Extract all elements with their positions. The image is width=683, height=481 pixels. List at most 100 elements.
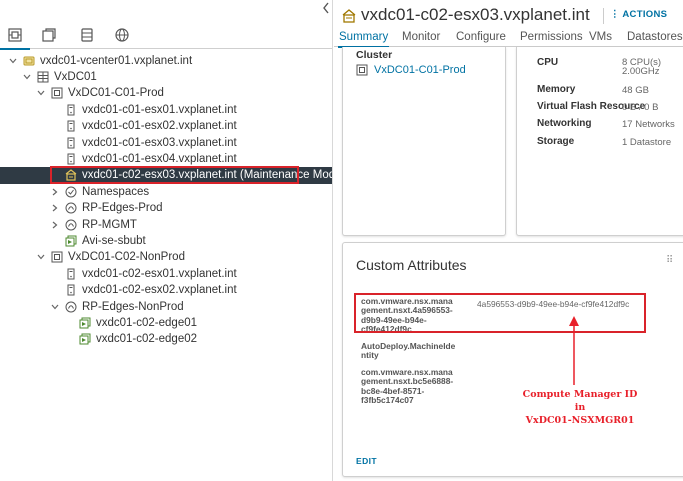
chevron-right-icon[interactable] — [50, 186, 60, 198]
hw-label-networking: Networking — [537, 118, 592, 129]
resource-pool-icon — [65, 202, 77, 214]
tab-summary[interactable]: Summary — [337, 31, 390, 48]
cluster-icon — [356, 64, 368, 76]
tree-item-label: vxdc01-c01-esx01.vxplanet.int — [82, 103, 237, 116]
cluster-heading: Cluster — [356, 49, 393, 61]
navigator-tabs — [0, 21, 332, 50]
tree-item[interactable]: VxDC01-C02-NonProd — [0, 249, 332, 266]
hw-label-storage: Storage — [537, 136, 575, 147]
host-icon — [65, 268, 77, 280]
actions-menu-button[interactable]: ⋮ ACTIONS — [610, 9, 667, 20]
vms-and-templates-tab[interactable] — [38, 25, 60, 45]
hw-value-storage: 1 Datastore — [622, 137, 672, 148]
custom-attributes-title: Custom Attributes — [356, 257, 467, 273]
storage-tab[interactable] — [76, 25, 98, 45]
tree-item-label: VxDC01-C02-NonProd — [68, 251, 185, 264]
chevron-right-icon[interactable] — [50, 219, 60, 231]
tree-item[interactable]: RP-MGMT — [0, 216, 332, 233]
tree-item-label: vxdc01-c02-esx01.vxplanet.int — [82, 267, 237, 280]
chevron-down-icon[interactable] — [36, 251, 46, 263]
annotation-line-1: Compute Manager ID in — [522, 389, 638, 413]
related-objects-card: Cluster VxDC01-C01-Prod — [342, 47, 506, 236]
tree-item-label: vxdc01-c01-esx02.vxplanet.int — [82, 120, 237, 133]
tree-item[interactable]: vxdc01-c01-esx01.vxplanet.int — [0, 101, 332, 118]
networking-icon — [115, 28, 129, 42]
tree-item[interactable]: vxdc01-c02-esx02.vxplanet.int — [0, 282, 332, 299]
tree-item-label: VxDC01-C01-Prod — [68, 87, 164, 100]
chevron-down-icon[interactable] — [22, 71, 32, 83]
tab-datastores[interactable]: Datastores — [627, 31, 683, 43]
cluster-icon — [51, 251, 63, 263]
vertical-ellipsis-icon: ⋮ — [610, 9, 623, 20]
tree-item-label: VxDC01 — [54, 70, 97, 83]
collapse-navigator-button[interactable] — [322, 2, 332, 16]
tree-item[interactable]: vxdc01-c01-esx04.vxplanet.int — [0, 150, 332, 167]
hw-label-memory: Memory — [537, 84, 576, 95]
object-header: vxdc01-c02-esx03.vxplanet.int ⋮ ACTIONS — [334, 0, 683, 28]
datacenter-icon — [37, 71, 49, 83]
tree-item-label: Namespaces — [82, 185, 150, 198]
tree-item-label: vxdc01-c02-esx03.vxplanet.int (Maintenan… — [82, 169, 333, 182]
maintenance-host-icon — [342, 9, 356, 23]
host-icon — [65, 104, 77, 116]
hw-value-flash: 0 B / 0 B — [622, 102, 659, 113]
tree-item[interactable]: vxdc01-c01-esx02.vxplanet.int — [0, 118, 332, 135]
vm-icon — [79, 317, 91, 329]
custom-attributes-card: Custom Attributes ⠿ com.vmware.nsx.manag… — [342, 242, 683, 477]
annotation-text: Compute Manager ID in VxDC01-NSXMGR01 — [518, 388, 642, 427]
hosts-and-clusters-icon — [8, 28, 22, 42]
tree-item[interactable]: vxdc01-c02-esx01.vxplanet.int — [0, 265, 332, 282]
networking-tab[interactable] — [111, 25, 133, 45]
tree-item-label: vxdc01-c02-edge01 — [96, 316, 198, 329]
cluster-link[interactable]: VxDC01-C01-Prod — [374, 64, 466, 76]
host-icon — [65, 284, 77, 296]
tab-configure[interactable]: Configure — [456, 31, 506, 43]
tree-item-label: vxdc01-c01-esx03.vxplanet.int — [82, 136, 237, 149]
vm-icon — [79, 333, 91, 345]
tab-monitor[interactable]: Monitor — [402, 31, 440, 43]
chevron-down-icon[interactable] — [36, 87, 46, 99]
attribute-key-nsx-2: com.vmware.nsx.management.nsxt.bc5e6888-… — [361, 367, 454, 405]
maintenance-host-icon — [65, 169, 77, 181]
hw-label-cpu: CPU — [537, 57, 559, 68]
chevron-down-icon[interactable] — [8, 55, 18, 67]
tree-item[interactable]: vxdc01-c02-edge02 — [0, 331, 332, 348]
attribute-key-nsx-1: com.vmware.nsx.management.nsxt.4a596553-… — [361, 296, 453, 334]
title-separator — [603, 8, 604, 24]
drag-handle-icon[interactable]: ⠿ — [666, 255, 673, 266]
tree-item[interactable]: Namespaces — [0, 183, 332, 200]
tree-item[interactable]: VxDC01-C01-Prod — [0, 85, 332, 102]
chevron-down-icon[interactable] — [50, 301, 60, 313]
tab-vms[interactable]: VMs — [589, 31, 612, 43]
edit-button[interactable]: EDIT — [356, 456, 377, 466]
tree-item[interactable]: RP-Edges-NonProd — [0, 298, 332, 315]
tree-item[interactable]: VxDC01 — [0, 68, 332, 85]
hw-value-networking: 17 Networks — [622, 119, 675, 130]
tree-item[interactable]: vxdc01-c02-esx03.vxplanet.int (Maintenan… — [0, 166, 333, 184]
tree-item-label: RP-Edges-NonProd — [82, 300, 184, 313]
tree-item[interactable]: vxdc01-c02-edge01 — [0, 314, 332, 331]
tree-item-label: Avi-se-sbubt — [82, 234, 146, 247]
hosts-and-clusters-tab[interactable] — [0, 25, 30, 50]
chevron-right-icon[interactable] — [50, 202, 60, 214]
hw-value-cpu-speed: 2.00GHz — [622, 66, 660, 77]
namespace-icon — [65, 186, 77, 198]
resource-pool-icon — [65, 301, 77, 313]
vcenter-icon — [23, 55, 35, 67]
hw-value-memory: 48 GB — [622, 85, 649, 96]
chevron-left-icon — [323, 2, 329, 14]
tree-item[interactable]: vxdc01-c01-esx03.vxplanet.int — [0, 134, 332, 151]
object-tabs: Summary Monitor Configure Permissions VM… — [334, 29, 683, 48]
tree-item-label: vxdc01-c02-esx02.vxplanet.int — [82, 284, 237, 297]
actions-label: ACTIONS — [622, 9, 668, 20]
attribute-key-autodeploy: AutoDeploy.MachineIdentity — [361, 341, 456, 361]
cluster-icon — [51, 87, 63, 99]
tree-item[interactable]: vxdc01-vcenter01.vxplanet.int — [0, 52, 332, 69]
host-icon — [65, 137, 77, 149]
host-icon — [65, 153, 77, 165]
navigator-pane: vxdc01-vcenter01.vxplanet.int VxDC01 VxDC0… — [0, 0, 333, 481]
tree-item[interactable]: RP-Edges-Prod — [0, 200, 332, 217]
storage-icon — [81, 28, 93, 42]
tree-item[interactable]: Avi-se-sbubt — [0, 232, 332, 249]
tab-permissions[interactable]: Permissions — [520, 31, 583, 43]
